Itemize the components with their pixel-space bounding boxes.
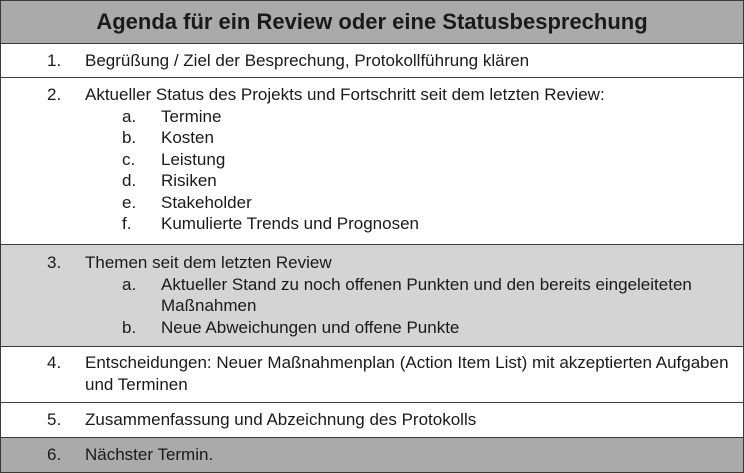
subitem-text: Kosten [161, 128, 214, 147]
subitem-letter: c. [122, 149, 136, 169]
item-number: 4. [47, 353, 62, 372]
subitem-letter: f. [122, 214, 132, 233]
subitem-text: Stakeholder [161, 192, 252, 212]
subitem: e. Stakeholder [1, 192, 743, 214]
agenda-item-1: 1. Begrüßung / Ziel der Besprechung, Pro… [1, 43, 743, 77]
item-number: 5. [47, 410, 62, 429]
subitem: c. Leistung [1, 149, 743, 171]
item-text: Entscheidungen: Neuer Maßnahmenplan (Act… [85, 353, 729, 394]
subitem: b. Neue Abweichungen und offene Punkte [1, 317, 743, 339]
subitem-text: Aktueller Stand zu noch offenen Punkten … [161, 274, 692, 316]
item-number: 3. [47, 253, 62, 272]
item-text: Nächster Termin. [85, 445, 214, 464]
subitem-letter: b. [122, 128, 137, 147]
agenda-item-5: 5. Zusammenfassung und Abzeichnung des P… [1, 402, 743, 437]
agenda-item-3: 3. Themen seit dem letzten Review a. Akt… [1, 244, 743, 346]
subitem: d. Risiken [1, 170, 743, 192]
agenda-item-4: 4. Entscheidungen: Neuer Maßnahmenplan (… [1, 346, 743, 402]
agenda-item-6: 6. Nächster Termin. [1, 437, 743, 472]
subitem: a. Termine [1, 106, 743, 128]
item-text: Themen seit dem letzten Review [85, 253, 332, 272]
subitem-letter: e. [122, 192, 137, 212]
agenda-title: Agenda für ein Review oder eine Statusbe… [1, 1, 743, 43]
subitem: f. Kumulierte Trends und Prognosen [1, 213, 743, 235]
item-text: Aktueller Status des Projekts und Fortsc… [85, 85, 605, 104]
subitem-letter: d. [122, 171, 137, 190]
item-text: Zusammenfassung und Abzeichnung des Prot… [85, 410, 477, 429]
subitem: b. Kosten [1, 127, 743, 149]
subitem-letter: b. [122, 317, 137, 337]
item-text: Begrüßung / Ziel der Besprechung, Protok… [85, 51, 530, 70]
subitem-text: Kumulierte Trends und Prognosen [161, 214, 419, 233]
item-number: 1. [47, 51, 62, 70]
subitem-text: Leistung [161, 149, 226, 169]
agenda-table: Agenda für ein Review oder eine Statusbe… [0, 0, 744, 473]
subitem-text: Neue Abweichungen und offene Punkte [161, 317, 460, 337]
subitem-letter: a. [122, 106, 137, 126]
subitem-text: Termine [161, 106, 222, 126]
subitem: a. Aktueller Stand zu noch offenen Punkt… [1, 274, 743, 317]
item-number: 2. [47, 85, 62, 104]
subitem-letter: a. [122, 274, 137, 294]
agenda-item-2: 2. Aktueller Status des Projekts und For… [1, 77, 743, 244]
item-number: 6. [47, 445, 62, 464]
subitem-text: Risiken [161, 171, 217, 190]
